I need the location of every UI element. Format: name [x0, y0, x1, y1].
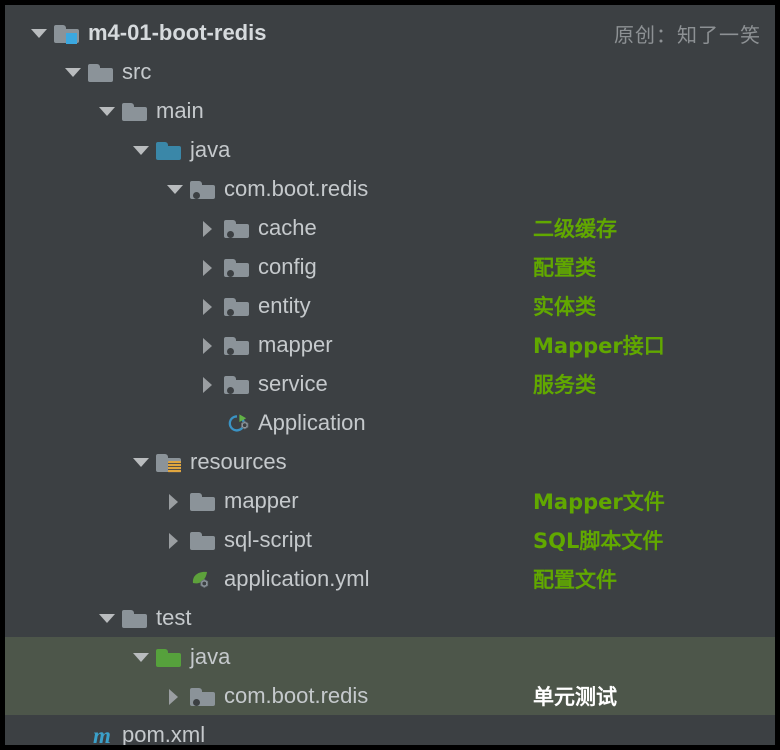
package-icon [223, 332, 253, 358]
tree-row-label: src [122, 58, 152, 84]
no-toggle-spacer [197, 403, 219, 442]
tree-row[interactable]: mapper Mapper文件 [5, 481, 775, 520]
tree-row[interactable]: sql-script SQL脚本文件 [5, 520, 775, 559]
folder-icon [87, 59, 117, 85]
tree-row-label: sql-script [224, 526, 313, 552]
folder-icon [189, 488, 219, 514]
folder-icon [121, 98, 151, 124]
tree-row-label: resources [190, 448, 287, 474]
tree-row-label: mapper [224, 487, 299, 513]
chevron-down-icon[interactable] [61, 52, 83, 91]
project-tree-panel: 原创：知了一笑 m4-01-boot-redis src main java com.b… [5, 5, 775, 745]
module-folder-icon [53, 20, 83, 46]
resources-folder-icon [155, 449, 185, 475]
row-annotation: SQL脚本文件 [533, 528, 664, 553]
folder-icon [189, 527, 219, 553]
source-folder-icon [155, 137, 185, 163]
tree-row-label: service [258, 370, 328, 396]
row-annotation: 服务类 [533, 372, 596, 397]
tree-row-label: java [190, 136, 231, 162]
tree-row[interactable]: java [5, 130, 775, 169]
tree-row-label: config [258, 253, 317, 279]
row-annotation: Mapper接口 [533, 333, 665, 358]
tree-row-label: com.boot.redis [224, 175, 369, 201]
row-annotation: 单元测试 [533, 684, 617, 709]
spring-yaml-icon [189, 566, 219, 592]
tree-row[interactable]: service 服务类 [5, 364, 775, 403]
tree-row[interactable]: test [5, 598, 775, 637]
chevron-right-icon[interactable] [197, 364, 219, 403]
tree-row[interactable]: java [5, 637, 775, 676]
tree-row[interactable]: Application [5, 403, 775, 442]
tree-row-label: cache [258, 214, 317, 240]
tree-row[interactable]: resources [5, 442, 775, 481]
package-icon [223, 371, 253, 397]
project-file-tree[interactable]: m4-01-boot-redis src main java com.boot.redi… [5, 13, 775, 745]
chevron-right-icon[interactable] [163, 520, 185, 559]
spring-boot-run-icon [223, 410, 253, 436]
tree-row[interactable]: com.boot.redis [5, 169, 775, 208]
maven-icon: m [87, 722, 117, 746]
row-annotation: Mapper文件 [533, 489, 665, 514]
chevron-right-icon[interactable] [197, 286, 219, 325]
chevron-down-icon[interactable] [129, 442, 151, 481]
chevron-down-icon[interactable] [95, 598, 117, 637]
tree-row-label: pom.xml [122, 721, 206, 746]
no-toggle-spacer [163, 559, 185, 598]
tree-row[interactable]: entity 实体类 [5, 286, 775, 325]
tree-row-label: main [156, 97, 204, 123]
chevron-down-icon[interactable] [27, 13, 49, 52]
tree-row[interactable]: com.boot.redis 单元测试 [5, 676, 775, 715]
tree-row-label: com.boot.redis [224, 682, 369, 708]
tree-row[interactable]: main [5, 91, 775, 130]
package-icon [189, 176, 219, 202]
tree-row-label: m4-01-boot-redis [88, 19, 267, 45]
maven-m-glyph: m [93, 722, 111, 746]
tree-row[interactable]: application.yml 配置文件 [5, 559, 775, 598]
no-toggle-spacer [61, 715, 83, 745]
package-icon [223, 293, 253, 319]
row-annotation: 实体类 [533, 294, 596, 319]
tree-row-label: Application [258, 409, 366, 435]
row-annotation: 二级缓存 [533, 216, 617, 241]
tree-row-label: entity [258, 292, 311, 318]
chevron-down-icon[interactable] [163, 169, 185, 208]
chevron-down-icon[interactable] [129, 130, 151, 169]
chevron-right-icon[interactable] [197, 208, 219, 247]
row-annotation: 配置文件 [533, 567, 617, 592]
tree-row-label: test [156, 604, 192, 630]
tree-row[interactable]: cache 二级缓存 [5, 208, 775, 247]
package-icon [189, 683, 219, 709]
tree-row-label: application.yml [224, 565, 370, 591]
tree-row[interactable]: config 配置类 [5, 247, 775, 286]
chevron-right-icon[interactable] [197, 247, 219, 286]
tree-row-label: java [190, 643, 231, 669]
test-source-folder-icon [155, 644, 185, 670]
chevron-down-icon[interactable] [95, 91, 117, 130]
module-badge-icon [66, 32, 77, 44]
chevron-right-icon[interactable] [197, 325, 219, 364]
tree-row[interactable]: m4-01-boot-redis [5, 13, 775, 52]
folder-icon [121, 605, 151, 631]
screenshot-frame: 原创：知了一笑 m4-01-boot-redis src main java com.b… [0, 0, 780, 750]
chevron-down-icon[interactable] [129, 637, 151, 676]
tree-row-label: mapper [258, 331, 333, 357]
tree-row[interactable]: m pom.xml [5, 715, 775, 746]
package-icon [223, 215, 253, 241]
chevron-right-icon[interactable] [163, 676, 185, 715]
chevron-right-icon[interactable] [163, 481, 185, 520]
package-icon [223, 254, 253, 280]
resources-badge-icon [168, 460, 181, 473]
row-annotation: 配置类 [533, 255, 596, 280]
tree-row[interactable]: src [5, 52, 775, 91]
tree-row[interactable]: mapper Mapper接口 [5, 325, 775, 364]
